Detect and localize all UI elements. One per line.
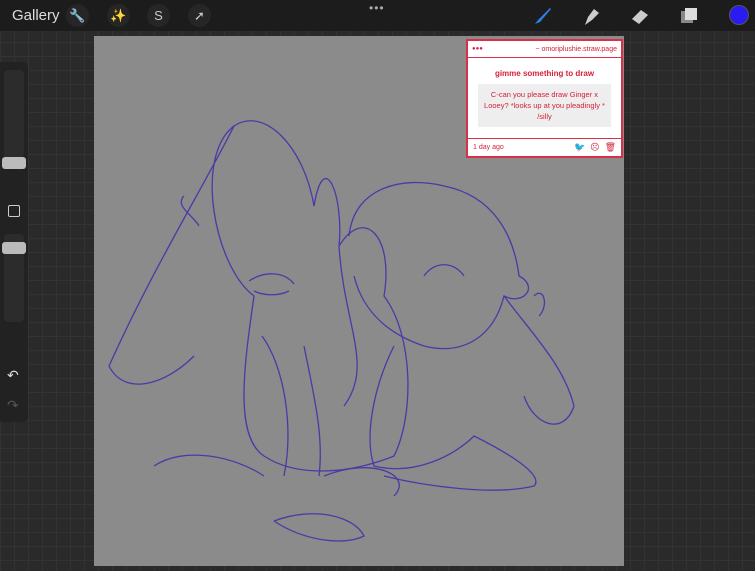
redo-button[interactable]: ↷: [7, 397, 19, 414]
brush-icon[interactable]: [532, 5, 554, 27]
undo-button[interactable]: ↶: [7, 367, 19, 384]
layers-icon[interactable]: [678, 5, 700, 27]
twitter-icon[interactable]: 🐦: [574, 142, 585, 153]
emoji-icon[interactable]: ☹: [590, 142, 599, 153]
brush-size-slider[interactable]: [4, 70, 24, 158]
site-link[interactable]: ~ omoriplushie.straw.page: [535, 46, 617, 53]
transform-arrow-icon[interactable]: ➚: [188, 4, 211, 27]
gallery-button[interactable]: Gallery: [12, 7, 60, 24]
card-title: gimme something to draw: [494, 69, 595, 78]
ask-card: ●●● ~ omoriplushie.straw.page gimme some…: [466, 39, 623, 158]
more-menu[interactable]: •••: [369, 1, 385, 15]
top-toolbar: Gallery 🔧 ✨ S ➚ •••: [0, 0, 755, 31]
modify-button[interactable]: [8, 205, 20, 217]
timestamp: 1 day ago: [473, 144, 504, 151]
smudge-icon[interactable]: [580, 5, 602, 27]
magic-wand-icon[interactable]: ✨: [107, 4, 130, 27]
eraser-icon[interactable]: [629, 5, 651, 27]
trash-icon[interactable]: 🗑: [605, 142, 616, 153]
sidebar: ↶ ↷: [0, 62, 28, 422]
card-footer: 1 day ago 🐦 ☹ 🗑: [468, 138, 621, 156]
dots-icon: ●●●: [472, 46, 483, 52]
wrench-icon[interactable]: 🔧: [66, 4, 89, 27]
selection-icon[interactable]: S: [147, 4, 170, 27]
opacity-handle[interactable]: [2, 242, 26, 254]
card-message: C-can you please draw Ginger x Looey? *l…: [478, 84, 611, 127]
card-header: ●●● ~ omoriplushie.straw.page: [468, 41, 621, 58]
color-picker[interactable]: [729, 5, 749, 25]
brush-size-handle[interactable]: [2, 157, 26, 169]
